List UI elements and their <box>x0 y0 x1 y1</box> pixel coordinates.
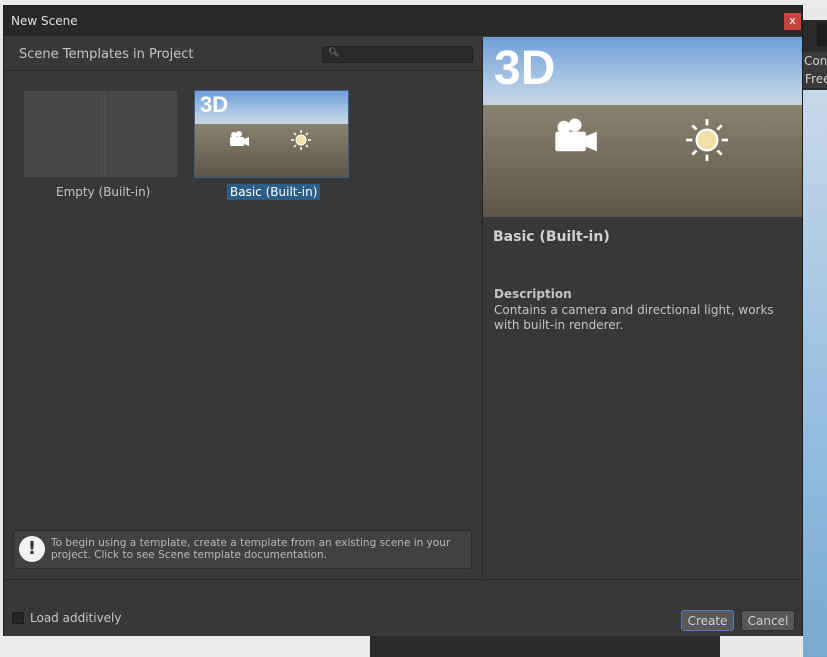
description-label: Description <box>494 287 572 301</box>
editor-scene-view <box>803 90 827 657</box>
templates-header-label: Scene Templates in Project <box>19 47 194 62</box>
template-empty-label[interactable]: Empty (Built-in) <box>56 185 150 199</box>
load-additively-label[interactable]: Load additively <box>30 611 121 625</box>
light-icon <box>291 130 311 150</box>
exclamation-icon: ! <box>19 536 45 562</box>
editor-tab-free[interactable]: Free <box>803 70 827 88</box>
template-preview: 3D <box>483 37 802 217</box>
editor-right-panel: Con Free <box>803 20 827 657</box>
template-empty-thumbnail[interactable] <box>23 90 178 178</box>
template-basic-thumbnail[interactable]: 3D <box>194 90 349 178</box>
templates-pane: Scene Templates in Project 🔍︎ Empty (Bui… <box>4 37 482 606</box>
search-icon: 🔍︎ <box>328 48 340 58</box>
dialog-titlebar: New Scene x <box>4 6 802 36</box>
template-basic-label[interactable]: Basic (Built-in) <box>227 184 321 200</box>
dialog-footer: Load additively Create Cancel <box>4 579 802 636</box>
camera-icon <box>230 131 249 146</box>
new-scene-dialog: New Scene x Scene Templates in Project 🔍… <box>3 5 803 636</box>
description-text: Contains a camera and directional light,… <box>494 303 774 332</box>
create-button[interactable]: Create <box>681 610 734 631</box>
templates-header: Scene Templates in Project 🔍︎ <box>4 37 482 71</box>
cancel-button[interactable]: Cancel <box>741 610 795 631</box>
editor-toolbar-stub <box>817 22 827 46</box>
editor-tab-console[interactable]: Con <box>803 52 827 70</box>
search-input[interactable]: 🔍︎ <box>322 46 473 63</box>
editor-bottom-left <box>0 636 370 657</box>
template-name: Basic (Built-in) <box>493 229 610 245</box>
details-pane: 3D Basic (Built-in) Description Contains… <box>483 37 802 578</box>
load-additively-checkbox[interactable] <box>12 612 24 624</box>
camera-icon <box>555 118 597 152</box>
light-icon <box>686 119 728 161</box>
editor-scene-grid <box>370 636 720 657</box>
info-help-box[interactable]: ! To begin using a template, create a te… <box>13 530 472 569</box>
info-text[interactable]: To begin using a template, create a temp… <box>51 537 466 561</box>
thumb-3d-text: 3D <box>200 92 229 117</box>
dialog-title: New Scene <box>11 14 78 28</box>
close-button[interactable]: x <box>784 13 801 30</box>
preview-3d-text: 3D <box>494 42 556 95</box>
